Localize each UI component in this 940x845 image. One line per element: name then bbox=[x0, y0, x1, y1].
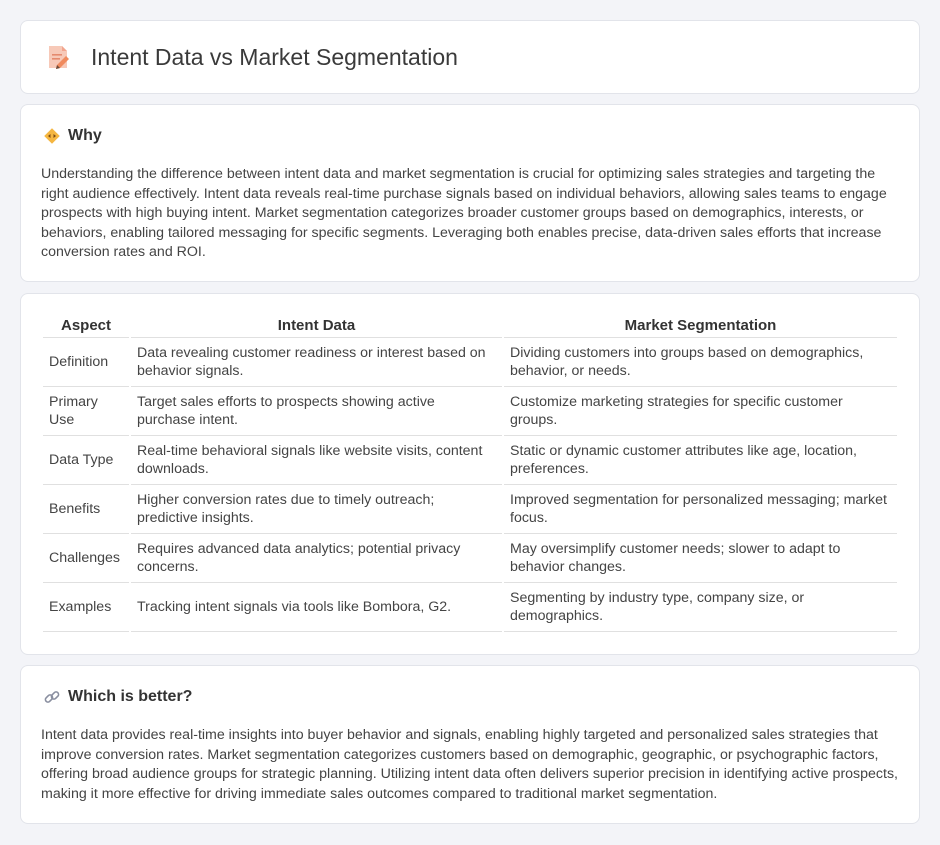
segmentation-cell: Customize marketing strategies for speci… bbox=[504, 387, 897, 436]
aspect-cell: Primary Use bbox=[43, 387, 129, 436]
diamond-arrows-icon bbox=[44, 128, 60, 144]
header-intent-data: Intent Data bbox=[131, 314, 502, 338]
intent-cell: Target sales efforts to prospects showin… bbox=[131, 387, 502, 436]
why-title: Why bbox=[68, 127, 102, 144]
header-aspect: Aspect bbox=[43, 314, 129, 338]
comparison-card: Aspect Intent Data Market Segmentation D… bbox=[20, 293, 920, 655]
table-row: Data Type Real-time behavioral signals l… bbox=[43, 436, 897, 485]
aspect-cell: Examples bbox=[43, 583, 129, 632]
intent-cell: Higher conversion rates due to timely ou… bbox=[131, 485, 502, 534]
intent-cell: Requires advanced data analytics; potent… bbox=[131, 534, 502, 583]
comparison-table: Aspect Intent Data Market Segmentation D… bbox=[41, 314, 899, 632]
intent-cell: Tracking intent signals via tools like B… bbox=[131, 583, 502, 632]
header-market-segmentation: Market Segmentation bbox=[504, 314, 897, 338]
document-pencil-icon bbox=[49, 46, 69, 69]
better-text: Intent data provides real-time insights … bbox=[41, 727, 898, 802]
link-icon bbox=[44, 691, 60, 703]
table-row: Primary Use Target sales efforts to pros… bbox=[43, 387, 897, 436]
segmentation-cell: Dividing customers into groups based on … bbox=[504, 338, 897, 387]
intent-cell: Data revealing customer readiness or int… bbox=[131, 338, 502, 387]
aspect-cell: Data Type bbox=[43, 436, 129, 485]
title-card: Intent Data vs Market Segmentation bbox=[20, 20, 920, 94]
aspect-cell: Benefits bbox=[43, 485, 129, 534]
table-row: Challenges Requires advanced data analyt… bbox=[43, 534, 897, 583]
table-header-row: Aspect Intent Data Market Segmentation bbox=[43, 314, 897, 338]
table-row: Benefits Higher conversion rates due to … bbox=[43, 485, 897, 534]
segmentation-cell: Segmenting by industry type, company siz… bbox=[504, 583, 897, 632]
why-card: Why Understanding the difference between… bbox=[20, 104, 920, 282]
page-title: Intent Data vs Market Segmentation bbox=[91, 43, 458, 70]
segmentation-cell: Improved segmentation for personalized m… bbox=[504, 485, 897, 534]
table-row: Examples Tracking intent signals via too… bbox=[43, 583, 897, 632]
why-text: Understanding the difference between int… bbox=[41, 166, 887, 260]
table-row: Definition Data revealing customer readi… bbox=[43, 338, 897, 387]
intent-cell: Real-time behavioral signals like websit… bbox=[131, 436, 502, 485]
title-row: Intent Data vs Market Segmentation bbox=[45, 43, 458, 71]
segmentation-cell: May oversimplify customer needs; slower … bbox=[504, 534, 897, 583]
segmentation-cell: Static or dynamic customer attributes li… bbox=[504, 436, 897, 485]
which-is-better-card: Which is better? Intent data provides re… bbox=[20, 665, 920, 824]
better-heading: Which is better? bbox=[43, 688, 192, 706]
why-heading: Why bbox=[43, 127, 102, 145]
aspect-cell: Definition bbox=[43, 338, 129, 387]
aspect-cell: Challenges bbox=[43, 534, 129, 583]
better-title: Which is better? bbox=[68, 688, 193, 705]
